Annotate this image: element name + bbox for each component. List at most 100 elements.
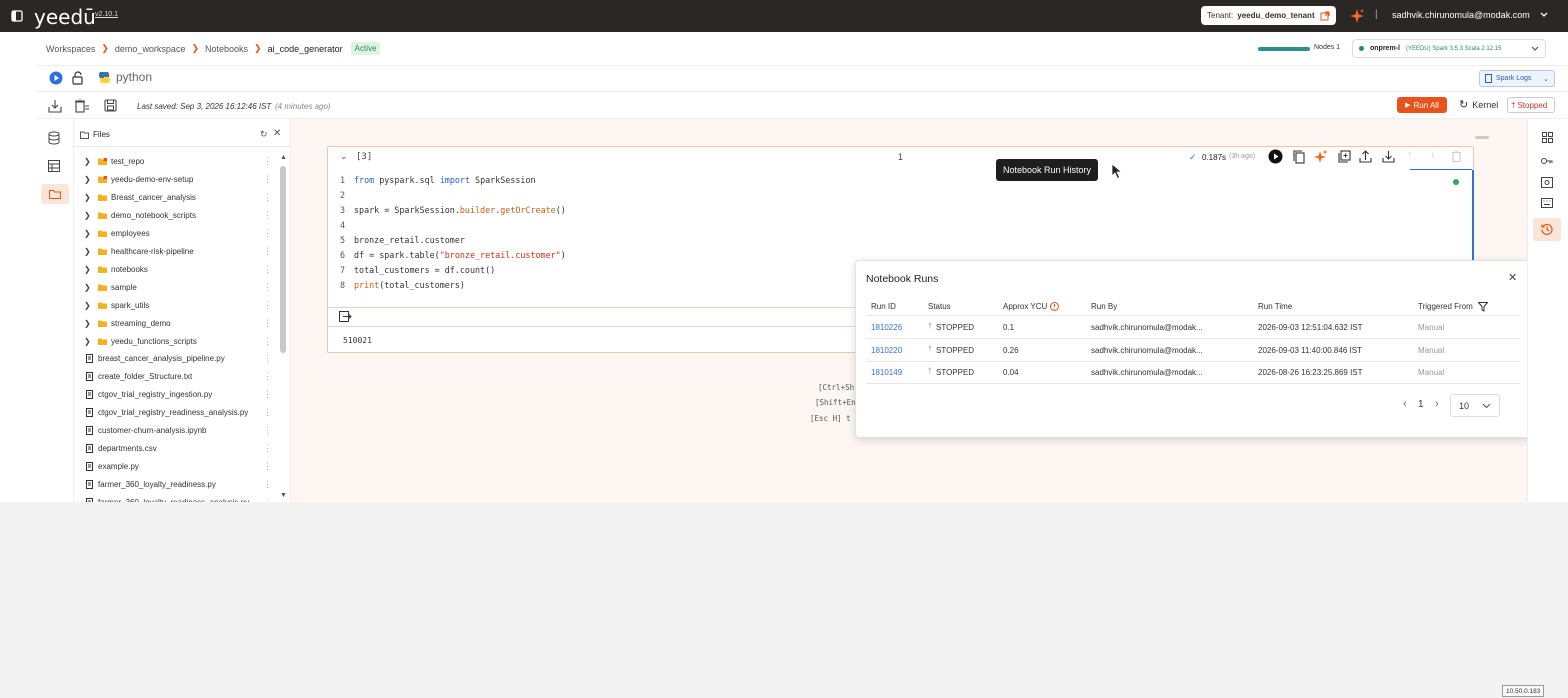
table-icon[interactable] [48,160,60,172]
more-icon[interactable]: ⋮ [263,479,272,490]
file-item[interactable]: ctgov_trial_registry_readiness_analysis.… [80,403,290,421]
info-icon[interactable] [1050,302,1059,311]
file-item[interactable]: farmer_360_loyalty_readiness_analysis.py… [80,493,290,502]
prev-page-icon[interactable]: ‹ [1403,398,1407,410]
file-item[interactable]: customer-churn-analysis.ipynb ⋮ [80,421,290,439]
cluster-selector[interactable]: onprem-l (YEEDU) Spark 3.5.3 Scala 2.12.… [1352,39,1546,58]
more-icon[interactable]: ⋮ [263,371,272,382]
folder-item[interactable]: ❯ notebooks ⋮ [80,260,290,278]
add-cell-icon[interactable] [1338,150,1351,163]
drag-handle[interactable] [1475,136,1489,139]
more-icon[interactable]: ⋮ [263,443,272,454]
key-icon[interactable] [1541,157,1553,165]
file-item[interactable]: farmer_360_loyalty_readiness.py ⋮ [80,475,290,493]
page-size-select[interactable]: 10 [1450,394,1500,417]
folder-item[interactable]: ❯ Breast_cancer_analysis ⋮ [80,188,290,206]
files-tab[interactable] [41,184,69,204]
folder-item[interactable]: ❯ sample ⋮ [80,278,290,296]
more-icon[interactable]: ⋮ [263,336,272,347]
file-item[interactable]: example.py ⋮ [80,457,290,475]
chevron-right-icon[interactable]: ❯ [84,319,94,328]
upload-icon[interactable] [1359,150,1372,163]
chevron-right-icon[interactable]: ❯ [84,247,94,256]
breadcrumb-notebooks[interactable]: Notebooks [205,44,248,54]
refresh-icon[interactable]: ↻ [260,129,268,140]
more-icon[interactable]: ⋮ [263,174,272,185]
more-icon[interactable]: ⋮ [263,156,272,167]
database-icon[interactable] [48,131,60,145]
keyboard-icon[interactable] [1541,198,1553,208]
sidebar-toggle-icon[interactable] [11,10,23,22]
folder-item[interactable]: ❯ streaming_demo ⋮ [80,314,290,332]
copy-icon[interactable] [1293,150,1306,164]
chevron-right-icon[interactable]: ❯ [84,337,94,346]
run-id-link[interactable]: 1810149 [871,368,902,377]
more-icon[interactable]: ⋮ [263,425,272,436]
kernel-button[interactable]: ↻ Kernel [1459,98,1498,111]
run-cell-icon[interactable] [1268,149,1283,164]
ai-assist-icon[interactable] [1313,149,1328,164]
folder-item[interactable]: ❯ healthcare-risk-pipeline ⋮ [80,242,290,260]
more-icon[interactable]: ⋮ [263,228,272,239]
ai-sparkle-icon[interactable] [1349,8,1365,24]
chevron-right-icon[interactable]: ❯ [84,229,94,238]
current-page[interactable]: 1 [1418,399,1424,410]
run-id-link[interactable]: 1810220 [871,346,902,355]
files-scrollbar[interactable]: ▲ ▼ [280,154,287,499]
more-icon[interactable]: ⋮ [263,353,272,364]
chevron-right-icon[interactable]: ❯ [84,265,94,274]
folder-item[interactable]: ❯ spark_utils ⋮ [80,296,290,314]
filter-icon[interactable] [1478,302,1488,312]
move-down-icon[interactable]: ↓ [1430,149,1435,160]
chevron-right-icon[interactable]: ❯ [84,301,94,310]
more-icon[interactable]: ⋮ [263,497,272,502]
output-toggle-icon[interactable] [339,311,352,322]
folder-item[interactable]: ❯ test_repo ⋮ [80,152,290,170]
run-all-button[interactable]: ▶ Run All [1397,97,1447,113]
run-history-tab[interactable] [1533,218,1561,241]
run-id-link[interactable]: 1810226 [871,323,902,332]
chevron-right-icon[interactable]: ❯ [84,283,94,292]
spark-logs-button[interactable]: Spark Logs ⌄ [1479,70,1555,87]
clear-outputs-icon[interactable] [75,99,90,113]
more-icon[interactable]: ⋮ [263,318,272,329]
tenant-selector[interactable]: Tenant: yeedu_demo_tenant [1201,6,1336,25]
chevron-right-icon[interactable]: ❯ [84,193,94,202]
close-icon[interactable]: ✕ [273,128,281,139]
yeedu-logo[interactable]: yeedū [34,5,96,29]
unlock-icon[interactable] [72,71,84,85]
more-icon[interactable]: ⋮ [263,407,272,418]
close-icon[interactable]: ✕ [1508,271,1517,284]
more-icon[interactable]: ⋮ [263,264,272,275]
file-item[interactable]: ctgov_trial_registry_ingestion.py ⋮ [80,385,290,403]
file-item[interactable]: create_folder_Structure.txt ⋮ [80,367,290,385]
more-icon[interactable]: ⋮ [263,461,272,472]
folder-item[interactable]: ❯ yeedu_functions_scripts ⋮ [80,333,290,351]
more-icon[interactable]: ⋮ [263,282,272,293]
import-icon[interactable] [48,99,62,113]
download-icon[interactable] [1382,150,1395,163]
chevron-right-icon[interactable]: ❯ [84,157,94,166]
user-email[interactable]: sadhvik.chirunomula@modak.com [1392,10,1530,20]
chevron-right-icon[interactable]: ❯ [84,175,94,184]
more-icon[interactable]: ⋮ [263,210,272,221]
folder-item[interactable]: ❯ demo_notebook_scripts ⋮ [80,206,290,224]
collapse-chevron-icon[interactable]: ⌄ [340,151,348,162]
run-play-icon[interactable] [49,71,63,85]
move-up-icon[interactable]: ↑ [1407,149,1412,160]
next-page-icon[interactable]: › [1435,398,1439,410]
breadcrumb-workspace[interactable]: demo_workspace [115,44,186,54]
grid-icon[interactable] [1542,132,1553,143]
more-icon[interactable]: ⋮ [263,389,272,400]
chevron-down-icon[interactable] [1540,12,1548,18]
save-icon[interactable] [104,99,117,112]
delete-icon[interactable] [1451,150,1462,162]
chevron-right-icon[interactable]: ❯ [84,211,94,220]
more-icon[interactable]: ⋮ [263,300,272,311]
settings-box-icon[interactable] [1541,177,1553,188]
file-item[interactable]: departments.csv ⋮ [80,439,290,457]
more-icon[interactable]: ⋮ [263,192,272,203]
breadcrumb-workspaces[interactable]: Workspaces [46,44,95,54]
folder-item[interactable]: ❯ yeedu-demo-env-setup ⋮ [80,170,290,188]
file-item[interactable]: breast_cancer_analysis_pipeline.py ⋮ [80,349,290,367]
